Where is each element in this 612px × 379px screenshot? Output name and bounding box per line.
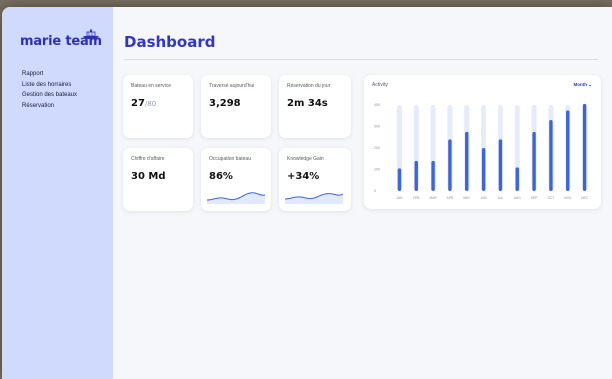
card-traverse: Traversé aujourd'hui 3,298 bbox=[201, 75, 271, 138]
x-tick-label: JUL bbox=[498, 196, 504, 200]
card-value: 2m 34s bbox=[287, 98, 328, 109]
bar-may[interactable] bbox=[465, 131, 469, 191]
card-label: Réservation du jour bbox=[287, 83, 331, 89]
y-tick-label: 400 bbox=[374, 103, 380, 107]
bar-jan[interactable] bbox=[397, 168, 402, 191]
x-tick-label: MAY bbox=[463, 196, 471, 200]
card-label: Knowledge Gain bbox=[287, 156, 324, 162]
x-tick-label: SEP bbox=[531, 196, 537, 200]
card-label: Bateau en service bbox=[131, 83, 172, 89]
x-tick-label: DEC bbox=[581, 196, 588, 200]
bar-jul[interactable] bbox=[498, 139, 503, 191]
y-tick-label: 300 bbox=[374, 125, 380, 129]
card-reservation: Réservation du jour 2m 34s bbox=[279, 75, 351, 138]
card-value-main: 27 bbox=[131, 98, 145, 109]
bar-mar[interactable] bbox=[431, 160, 435, 191]
x-tick-label: NOV bbox=[564, 196, 572, 200]
sidebar-nav: Rapport Liste des horraires Gestion des … bbox=[22, 69, 77, 111]
sidebar-item-reservation[interactable]: Réservation bbox=[22, 101, 77, 112]
x-tick-label: JAN bbox=[396, 196, 403, 200]
card-value: 3,298 bbox=[209, 98, 241, 109]
x-tick-label: MAR bbox=[430, 196, 438, 200]
x-tick-label: AUG bbox=[514, 196, 521, 200]
bar-aug[interactable] bbox=[515, 167, 519, 191]
sparkline bbox=[207, 192, 265, 204]
bar-oct[interactable] bbox=[549, 120, 553, 191]
card-knowledge-gain: Knowledge Gain +34% bbox=[279, 148, 351, 211]
sidebar: marie team Rapport Liste des horraires G… bbox=[2, 7, 113, 379]
x-tick-label: OCT bbox=[548, 196, 555, 200]
ship-icon bbox=[83, 29, 99, 39]
bar-dec[interactable] bbox=[582, 103, 587, 191]
bar-apr[interactable] bbox=[448, 139, 452, 191]
card-label: Occupation bateau bbox=[209, 156, 251, 162]
x-tick-label: FEB bbox=[413, 196, 419, 200]
card-chiffre-affaire: Chiffre d'affaire 30 Md bbox=[123, 148, 193, 211]
title-divider bbox=[124, 59, 598, 60]
page-title: Dashboard bbox=[124, 33, 216, 51]
card-value-total: /80 bbox=[144, 100, 157, 108]
card-label: Chiffre d'affaire bbox=[131, 156, 165, 162]
card-label: Traversé aujourd'hui bbox=[209, 83, 255, 89]
sidebar-item-bateaux[interactable]: Gestion des bateaux bbox=[22, 90, 77, 101]
card-value: 86% bbox=[209, 171, 233, 182]
activity-chart: 0 100 200 300 400 JAN FEB MAR APR MAY JUN JUL AUG SEP… bbox=[374, 103, 589, 200]
sidebar-item-horaires[interactable]: Liste des horraires bbox=[22, 80, 77, 91]
bar-nov[interactable] bbox=[566, 110, 570, 191]
card-value: 27/80 bbox=[131, 98, 156, 109]
app-window: marie team Rapport Liste des horraires G… bbox=[2, 7, 612, 379]
card-occupation: Occupation bateau 86% bbox=[201, 148, 271, 211]
x-tick-label: APR bbox=[447, 196, 454, 200]
bar-feb[interactable] bbox=[414, 160, 418, 191]
x-tick-label: JUN bbox=[480, 196, 487, 200]
main-content: Dashboard Bateau en service 27/80 Traver… bbox=[113, 7, 612, 379]
card-value: 30 Md bbox=[131, 171, 166, 182]
sidebar-item-rapport[interactable]: Rapport bbox=[22, 69, 77, 80]
y-tick-label: 0 bbox=[374, 189, 376, 193]
sparkline bbox=[285, 193, 343, 204]
activity-card: Activity Month ⌄ 0 100 200 300 400 JAN FEB MAR A… bbox=[364, 75, 601, 209]
y-tick-label: 200 bbox=[374, 146, 380, 150]
card-bateau-en-service: Bateau en service 27/80 bbox=[123, 75, 193, 138]
bar-sep[interactable] bbox=[532, 131, 536, 191]
card-value: +34% bbox=[287, 171, 320, 182]
y-tick-label: 100 bbox=[374, 168, 380, 172]
bar-jun[interactable] bbox=[481, 148, 486, 191]
